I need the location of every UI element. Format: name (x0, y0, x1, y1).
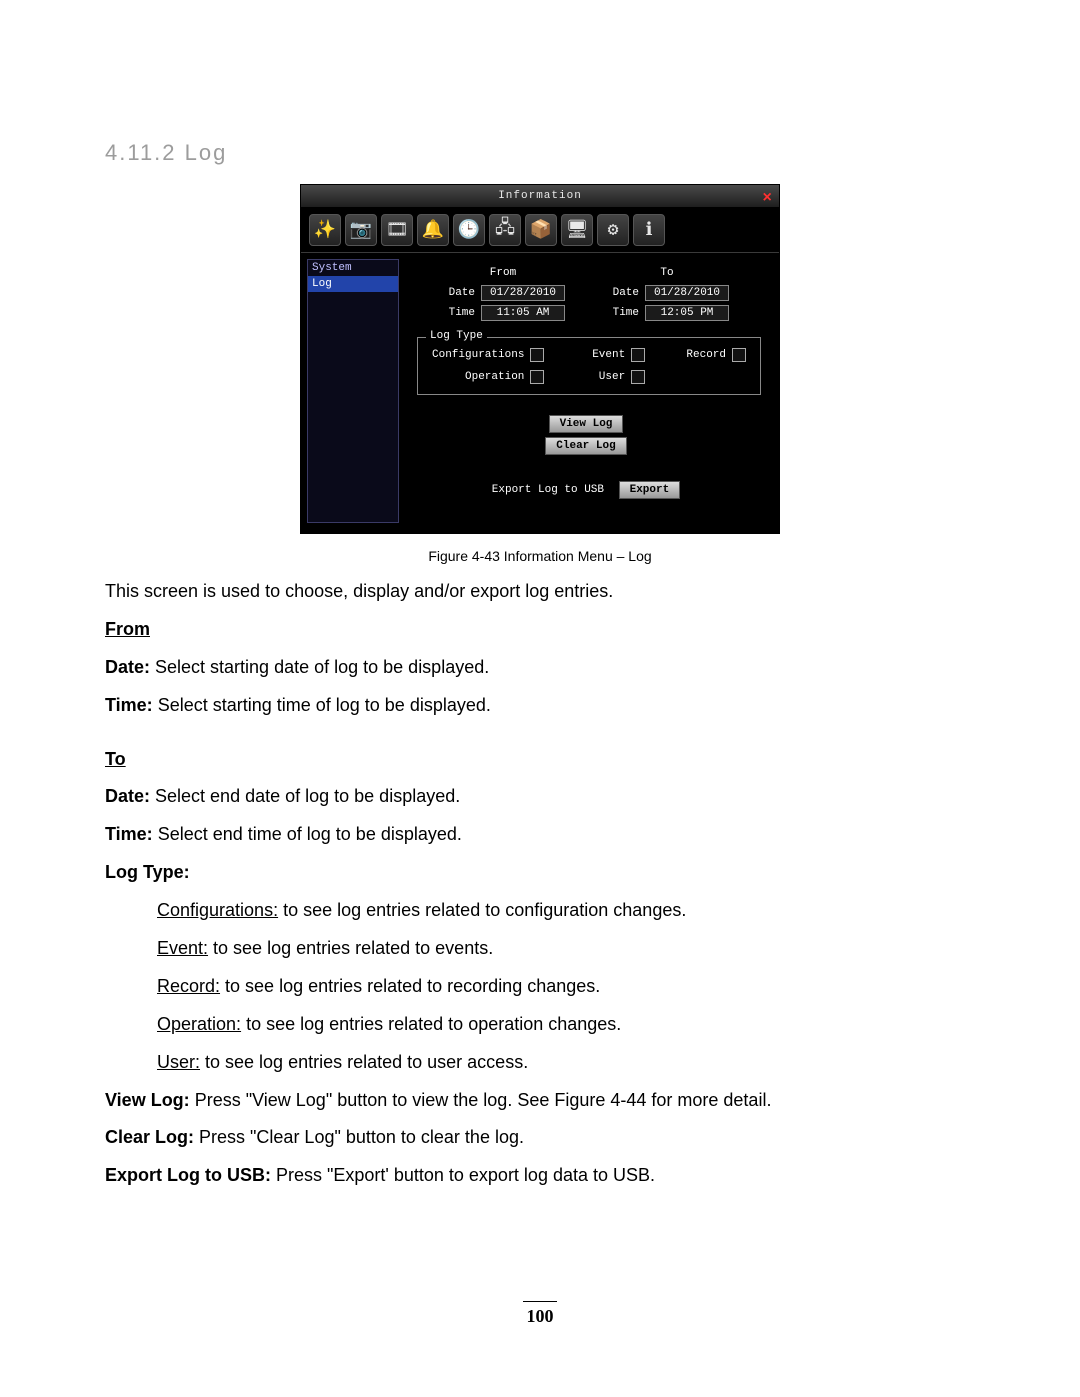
page-number: 100 (0, 1301, 1080, 1327)
alarm-icon[interactable]: 🔔 (417, 214, 449, 246)
sidebar: System Log (307, 259, 399, 523)
from-date-label: Date (441, 287, 475, 299)
from-subhead: From (105, 619, 150, 639)
check-event-label: Event (592, 349, 625, 361)
camera-icon[interactable]: 📷 (345, 214, 377, 246)
settings-icon[interactable]: ⚙ (597, 214, 629, 246)
lt-user-term: User: (157, 1052, 200, 1072)
from-header: From (441, 267, 565, 279)
check-record-label: Record (686, 349, 726, 361)
from-date-field[interactable]: 01/28/2010 (481, 285, 565, 301)
to-time-term: Time: (105, 824, 153, 844)
to-time-desc: Select end time of log to be displayed. (153, 824, 462, 844)
section-heading: 4.11.2 Log (105, 140, 975, 166)
lt-op-term: Operation: (157, 1014, 241, 1034)
dvr-screenshot: Information × ✨ 📷 🎞 🔔 🕒 🖧 📦 🖥 ⚙ ℹ System… (300, 184, 780, 534)
export-button[interactable]: Export (619, 481, 681, 499)
check-operation-label: Operation (465, 371, 524, 383)
to-date-label: Date (605, 287, 639, 299)
logtype-subhead: Log Type: (105, 862, 190, 882)
to-date-desc: Select end date of log to be displayed. (150, 786, 460, 806)
check-user[interactable] (631, 370, 645, 384)
schedule-icon[interactable]: 🕒 (453, 214, 485, 246)
check-user-label: User (599, 371, 625, 383)
check-configurations[interactable] (530, 348, 544, 362)
viewlog-desc: Press "View Log" button to view the log.… (190, 1090, 772, 1110)
display-icon[interactable]: 🖥 (561, 214, 593, 246)
sidebar-item-log[interactable]: Log (308, 276, 398, 292)
close-icon[interactable]: × (762, 187, 773, 209)
to-header: To (605, 267, 729, 279)
clear-log-button[interactable]: Clear Log (545, 437, 626, 455)
view-log-button[interactable]: View Log (549, 415, 624, 433)
lt-record-term: Record: (157, 976, 220, 996)
check-event[interactable] (631, 348, 645, 362)
figure-caption: Figure 4-43 Information Menu – Log (105, 548, 975, 564)
lt-event-desc: to see log entries related to events. (208, 938, 493, 958)
intro-text: This screen is used to choose, display a… (105, 578, 975, 606)
from-date-term: Date: (105, 657, 150, 677)
lt-op-desc: to see log entries related to operation … (241, 1014, 621, 1034)
to-subhead: To (105, 749, 126, 769)
toolbar: ✨ 📷 🎞 🔔 🕒 🖧 📦 🖥 ⚙ ℹ (301, 208, 779, 253)
check-record[interactable] (732, 348, 746, 362)
viewlog-term: View Log: (105, 1090, 190, 1110)
sidebar-item-system[interactable]: System (308, 260, 398, 276)
body-text: This screen is used to choose, display a… (105, 578, 975, 1190)
lt-user-desc: to see log entries related to user acces… (200, 1052, 528, 1072)
wizard-icon[interactable]: ✨ (309, 214, 341, 246)
from-time-desc: Select starting time of log to be displa… (153, 695, 491, 715)
main-panel: From Date 01/28/2010 Time 11:05 AM To (403, 253, 779, 533)
from-date-desc: Select starting date of log to be displa… (150, 657, 489, 677)
export-label: Export Log to USB (492, 484, 604, 496)
lt-conf-term: Configurations: (157, 900, 278, 920)
storage-icon[interactable]: 📦 (525, 214, 557, 246)
check-configurations-label: Configurations (432, 349, 524, 361)
to-time-label: Time (605, 307, 639, 319)
window-titlebar: Information × (301, 185, 779, 208)
to-date-field[interactable]: 01/28/2010 (645, 285, 729, 301)
record-icon[interactable]: 🎞 (381, 214, 413, 246)
network-icon[interactable]: 🖧 (489, 214, 521, 246)
from-time-field[interactable]: 11:05 AM (481, 305, 565, 321)
to-time-field[interactable]: 12:05 PM (645, 305, 729, 321)
lt-event-term: Event: (157, 938, 208, 958)
export-term: Export Log to USB: (105, 1165, 271, 1185)
to-date-term: Date: (105, 786, 150, 806)
clearlog-term: Clear Log: (105, 1127, 194, 1147)
window-title: Information (498, 190, 582, 202)
check-operation[interactable] (530, 370, 544, 384)
logtype-legend: Log Type (426, 330, 487, 342)
lt-conf-desc: to see log entries related to configurat… (278, 900, 686, 920)
info-icon[interactable]: ℹ (633, 214, 665, 246)
lt-record-desc: to see log entries related to recording … (220, 976, 600, 996)
export-desc: Press "Export' button to export log data… (271, 1165, 655, 1185)
clearlog-desc: Press "Clear Log" button to clear the lo… (194, 1127, 524, 1147)
from-time-label: Time (441, 307, 475, 319)
from-time-term: Time: (105, 695, 153, 715)
logtype-box: Log Type Configurations Event Record Ope… (417, 337, 761, 395)
